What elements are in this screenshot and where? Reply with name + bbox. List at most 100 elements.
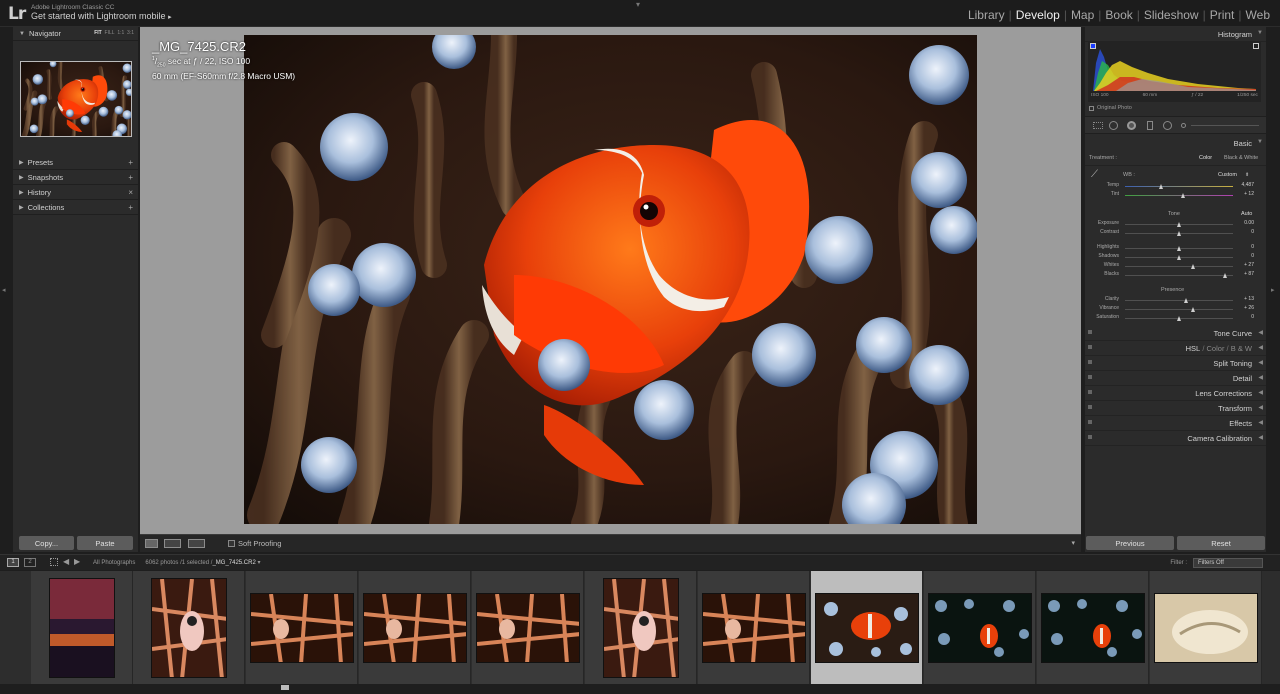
forward-arrow-icon[interactable]: ▶: [74, 557, 80, 566]
slider-track[interactable]: [1125, 316, 1233, 321]
hsl-bw-tab[interactable]: B & W: [1231, 344, 1252, 353]
slider-exposure[interactable]: Exposure 0.00: [1085, 220, 1266, 229]
zoom-3-1[interactable]: 3:1: [127, 30, 134, 36]
slider-thumb[interactable]: [1190, 307, 1195, 312]
panel-switch-icon[interactable]: [1088, 390, 1092, 394]
soft-proofing-toggle[interactable]: Soft Proofing: [228, 539, 281, 548]
collections-header[interactable]: ▶ Collections +: [13, 201, 138, 215]
slider-thumb[interactable]: [1176, 255, 1181, 260]
add-collection-icon[interactable]: +: [128, 203, 133, 212]
mobile-link[interactable]: Get started with Lightroom mobile ▸: [31, 11, 172, 21]
wb-dropdown-icon[interactable]: ⬍: [1245, 172, 1249, 178]
filmstrip-thumbnail[interactable]: [359, 571, 471, 684]
module-map[interactable]: Map: [1067, 8, 1098, 22]
snapshots-header[interactable]: ▶ Snapshots +: [13, 171, 138, 185]
module-print[interactable]: Print: [1206, 8, 1239, 22]
basic-header[interactable]: Basic ▼: [1085, 136, 1266, 151]
treatment-bw[interactable]: Black & White: [1224, 155, 1258, 161]
panel-switch-icon[interactable]: [1088, 435, 1092, 439]
slider-saturation[interactable]: Saturation 0: [1085, 314, 1266, 323]
before-after-icon[interactable]: [164, 539, 181, 548]
slider-value[interactable]: + 87: [1228, 271, 1254, 277]
slider-vibrance[interactable]: Vibrance + 26: [1085, 305, 1266, 314]
back-arrow-icon[interactable]: ◀: [63, 557, 69, 566]
slider-track[interactable]: [1125, 184, 1233, 189]
yy-compare-icon[interactable]: [188, 539, 205, 548]
panel-switch-icon[interactable]: [1088, 420, 1092, 424]
highlight-clipping-icon[interactable]: [1253, 43, 1259, 49]
slider-value[interactable]: + 27: [1228, 262, 1254, 268]
filmstrip-thumbnail[interactable]: [31, 571, 133, 684]
panel-switch-icon[interactable]: [1088, 375, 1092, 379]
slider-blacks[interactable]: Blacks + 87: [1085, 271, 1266, 280]
zoom-1-1[interactable]: 1:1: [117, 30, 124, 36]
right-panel-toggle-icon[interactable]: ▸: [1271, 286, 1280, 294]
slider-clarity[interactable]: Clarity + 13: [1085, 296, 1266, 305]
soft-proofing-checkbox[interactable]: [228, 540, 235, 547]
panel-switch-icon[interactable]: [1088, 345, 1092, 349]
navigator-header[interactable]: ▼ Navigator FIT FILL 1:1 3:1: [13, 27, 138, 41]
slider-track[interactable]: [1125, 193, 1233, 198]
module-book[interactable]: Book: [1101, 8, 1136, 22]
zoom-fill[interactable]: FILL: [105, 30, 115, 36]
slider-whites[interactable]: Whites + 27: [1085, 262, 1266, 271]
filmstrip-source[interactable]: All Photographs 6062 photos /1 selected …: [93, 559, 261, 566]
zoom-fit[interactable]: FIT: [94, 30, 102, 36]
graduated-filter-icon[interactable]: [1147, 121, 1153, 130]
loupe-canvas[interactable]: _MG_7425.CR2 1/250 sec at ƒ / 22, ISO 10…: [140, 27, 1081, 534]
module-web[interactable]: Web: [1242, 8, 1274, 22]
slider-thumb[interactable]: [1223, 273, 1228, 278]
hsl-color-tab[interactable]: Color: [1207, 344, 1225, 353]
filmstrip-scrollbar[interactable]: [0, 684, 1280, 694]
paste-button[interactable]: Paste: [77, 536, 133, 550]
tone-curve-header[interactable]: Tone Curve ◀: [1085, 326, 1266, 341]
histogram-header[interactable]: Histogram ▼: [1085, 27, 1266, 42]
slider-value[interactable]: + 13: [1228, 296, 1254, 302]
hsl-header[interactable]: HSL / Color / B & W ◀: [1085, 341, 1266, 356]
slider-track[interactable]: [1125, 307, 1233, 312]
shadow-clipping-icon[interactable]: [1090, 43, 1096, 49]
add-preset-icon[interactable]: +: [128, 158, 133, 167]
left-panel-toggle-icon[interactable]: ◂: [2, 286, 12, 294]
slider-track[interactable]: [1125, 246, 1233, 251]
tone-auto-button[interactable]: Auto: [1241, 211, 1252, 217]
slider-track[interactable]: [1125, 273, 1233, 278]
main-screen-button[interactable]: 1: [7, 558, 19, 567]
slider-contrast[interactable]: Contrast 0: [1085, 229, 1266, 238]
presets-header[interactable]: ▶ Presets +: [13, 156, 138, 170]
slider-tint[interactable]: Tint + 12: [1085, 191, 1266, 200]
slider-value[interactable]: 0: [1228, 253, 1254, 259]
clear-history-icon[interactable]: ×: [128, 188, 133, 197]
wb-preset-select[interactable]: Custom: [1218, 172, 1237, 178]
slider-thumb[interactable]: [1176, 316, 1181, 321]
original-photo-toggle[interactable]: Original Photo: [1089, 105, 1132, 111]
panel-toggle-top-icon[interactable]: ▾: [636, 0, 640, 9]
panel-switch-icon[interactable]: [1088, 360, 1092, 364]
filmstrip-thumbnail[interactable]: [585, 571, 697, 684]
loupe-view-icon[interactable]: [145, 539, 158, 548]
module-slideshow[interactable]: Slideshow: [1140, 8, 1203, 22]
main-photo[interactable]: [244, 35, 977, 524]
filmstrip-thumbnail[interactable]: [246, 571, 358, 684]
filmstrip-thumbnail[interactable]: [133, 571, 245, 684]
panel-switch-icon[interactable]: [1088, 330, 1092, 334]
slider-thumb[interactable]: [1183, 298, 1188, 303]
slider-track[interactable]: [1125, 222, 1233, 227]
slider-thumb[interactable]: [1159, 184, 1164, 189]
radial-filter-icon[interactable]: [1163, 121, 1172, 130]
transform-header[interactable]: Transform ◀: [1085, 401, 1266, 416]
reset-button[interactable]: Reset: [1177, 536, 1265, 550]
history-header[interactable]: ▶ History ×: [13, 186, 138, 200]
slider-thumb[interactable]: [1191, 264, 1196, 269]
module-develop[interactable]: Develop: [1012, 8, 1064, 22]
module-library[interactable]: Library: [964, 8, 1009, 22]
slider-thumb[interactable]: [1176, 231, 1181, 236]
camera-calibration-header[interactable]: Camera Calibration ◀: [1085, 431, 1266, 446]
copy-button[interactable]: Copy...: [19, 536, 74, 550]
filmstrip-thumbnail[interactable]: [811, 571, 923, 684]
slider-value[interactable]: 0: [1228, 314, 1254, 320]
slider-thumb[interactable]: [1176, 222, 1181, 227]
grid-view-icon[interactable]: [50, 558, 58, 566]
second-screen-button[interactable]: 2: [24, 558, 36, 567]
original-photo-checkbox[interactable]: [1089, 105, 1094, 111]
